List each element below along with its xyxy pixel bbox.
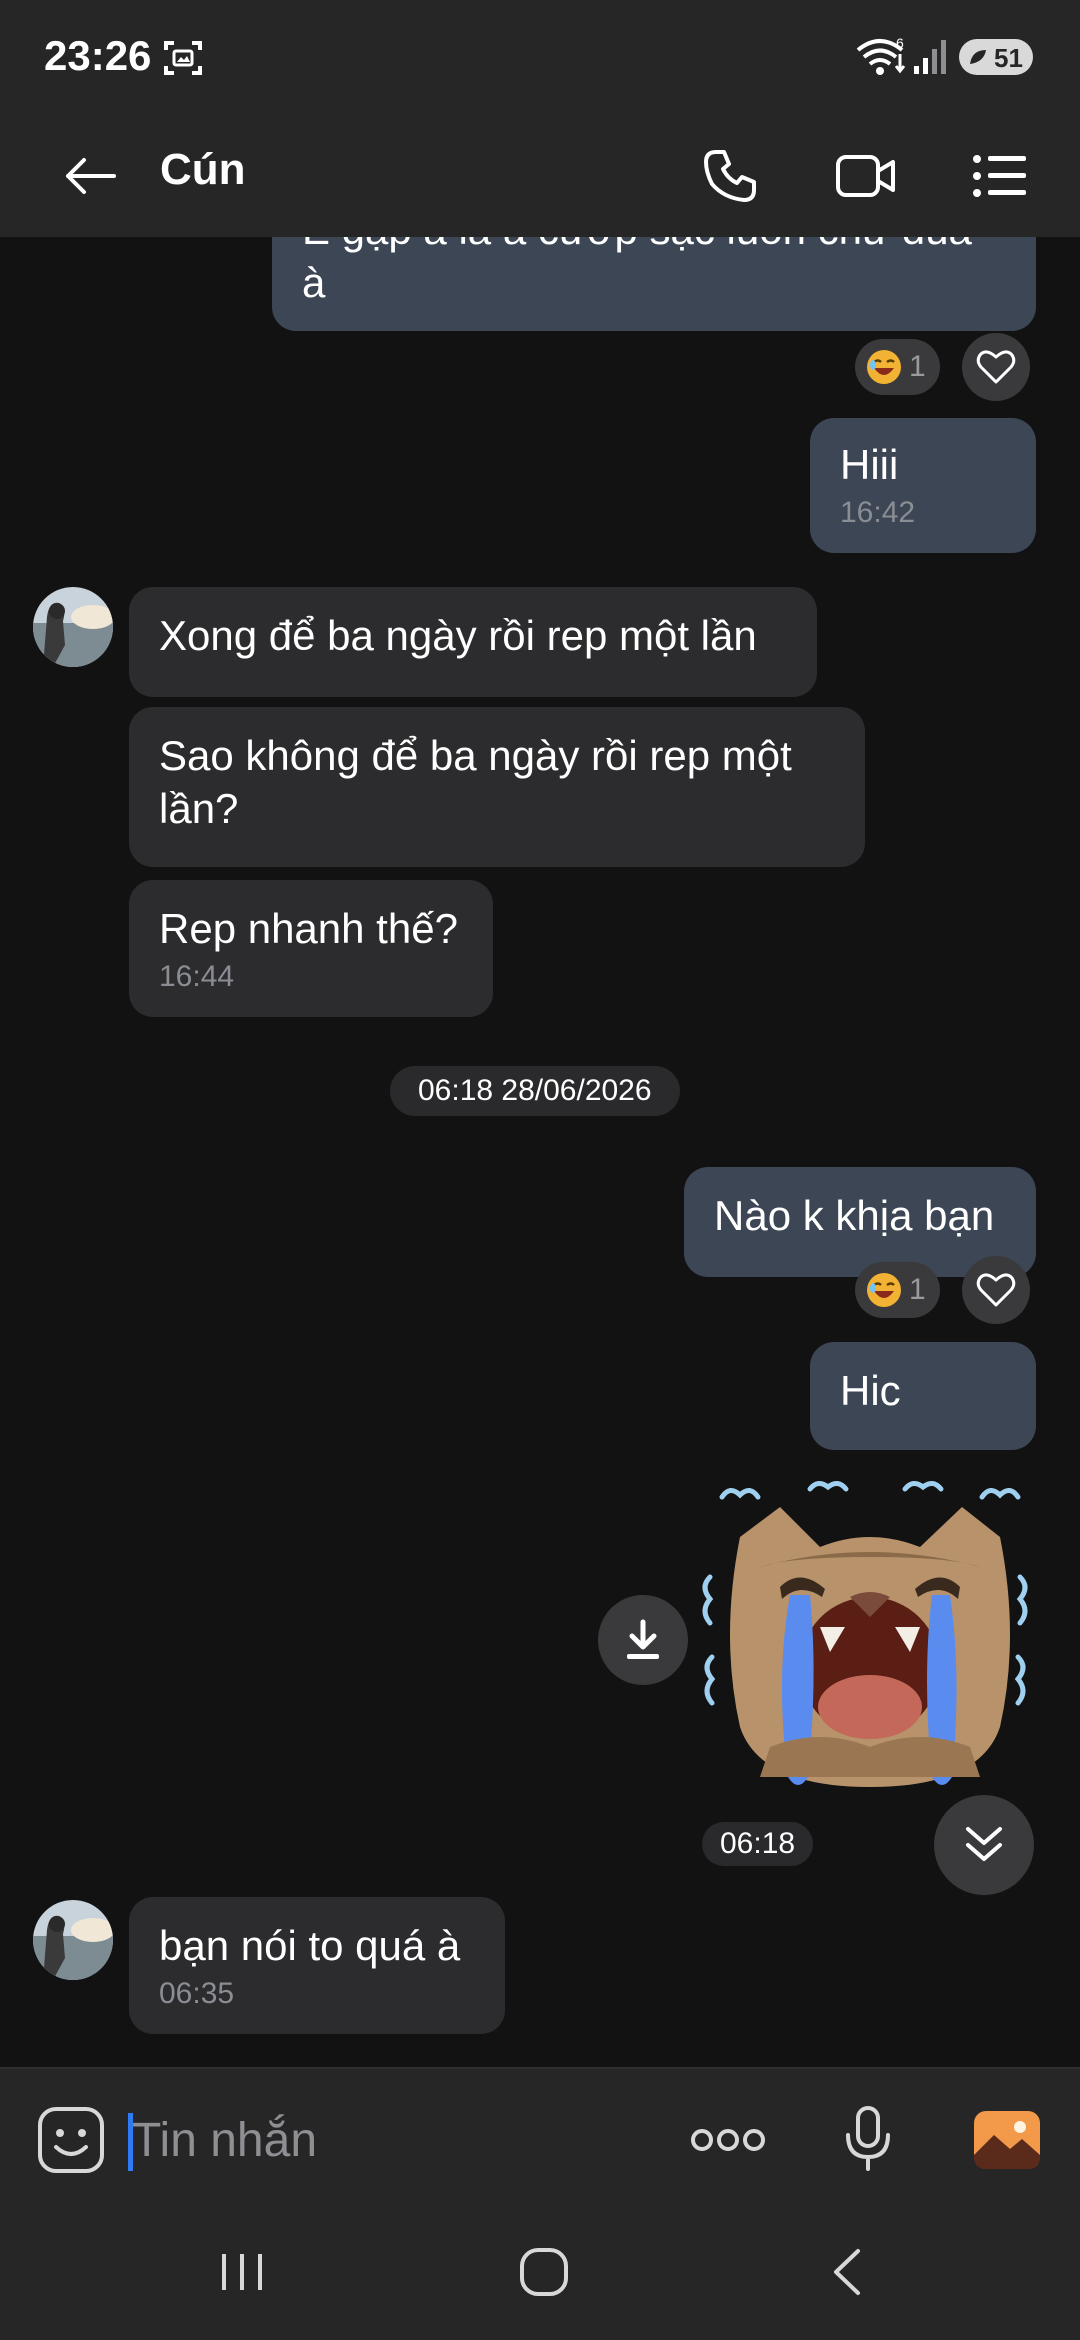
microphone-icon [846,2106,890,2171]
download-sticker-button[interactable] [598,1595,688,1685]
message-time: 06:35 [159,1977,235,2010]
wifi-icon: 6 [856,35,908,83]
status-time: 23:26 [44,32,152,79]
input-placeholder: Tin nhắn [132,2114,318,2167]
text-caret [128,2113,133,2171]
sticker-time: 06:18 [702,1822,814,1866]
react-heart-button[interactable] [962,333,1030,401]
battery-level: 51 [994,43,1023,73]
status-bar: 23:26 6 51 [0,0,1080,115]
message-list[interactable]: E gặp a là a cướp sạc luôn chứ đùa à 1 H… [0,237,1080,2067]
message-time: 16:42 [840,496,916,529]
battery-icon: 51 [958,38,1038,81]
message-text: Hiii [840,441,899,488]
svg-text:6: 6 [896,36,904,51]
video-icon [836,155,895,197]
crying-cat-sticker[interactable] [700,1477,1040,1797]
scroll-to-bottom-button[interactable] [934,1795,1034,1895]
options-menu-button[interactable] [960,136,1040,216]
date-separator: 06:18 28/06/2026 [390,1066,680,1116]
laughing-emoji-icon [867,350,901,384]
voice-message-button[interactable] [830,2099,906,2179]
signal-icon [912,38,948,81]
message-bubble-incoming[interactable]: bạn nói to quá à 06:35 [129,1897,505,2034]
message-bubble-outgoing[interactable]: E gặp a là a cướp sạc luôn chứ đùa à [272,237,1036,331]
heart-icon [976,1273,1016,1307]
message-text: Nào k khịa bạn [714,1192,995,1239]
home-icon [520,2248,568,2296]
message-text: bạn nói to quá à [159,1922,461,1969]
video-call-button[interactable] [826,136,906,216]
screen-record-icon [162,38,204,83]
emoji-button[interactable] [34,2103,108,2177]
laughing-emoji-icon [867,1273,901,1307]
image-icon [974,2111,1040,2169]
menu-list-icon [973,155,1026,197]
contact-avatar[interactable] [33,587,113,667]
reaction-pill[interactable]: 1 [855,339,940,395]
home-button[interactable] [494,2237,594,2307]
reaction-count: 1 [909,350,926,383]
contact-name[interactable]: Cún [160,145,246,195]
heart-icon [976,350,1016,384]
recent-apps-button[interactable] [192,2237,292,2307]
composer-bar: Tin nhắn [0,2067,1080,2207]
voice-call-button[interactable] [690,136,770,216]
reaction-count: 1 [909,1273,926,1306]
back-button[interactable] [50,136,130,216]
more-options-button[interactable] [686,2105,770,2175]
emoji-icon [38,2107,104,2173]
send-image-button[interactable] [970,2103,1044,2177]
message-text: Hic [840,1367,901,1414]
message-text: E gặp a là a cướp sạc luôn chứ đùa à [302,237,972,306]
chat-header: Cún [0,115,1080,237]
message-bubble-outgoing[interactable]: Hiii 16:42 [810,418,1036,553]
recent-apps-icon [222,2254,262,2290]
more-options-icon [691,2129,765,2151]
message-bubble-incoming[interactable]: Xong để ba ngày rồi rep một lần [129,587,817,697]
message-bubble-incoming[interactable]: Rep nhanh thế? 16:44 [129,880,493,1017]
reaction-pill[interactable]: 1 [855,1262,940,1318]
react-heart-button[interactable] [962,1256,1030,1324]
message-text: Sao không để ba ngày rồi rep một lần? [159,732,792,832]
chat-screen: 23:26 6 51 Cún à 1 Hiii 16:42 Xong để ba… [0,0,1080,2340]
message-bubble-outgoing[interactable]: Hic [810,1342,1036,1450]
message-input[interactable]: Tin nhắn [128,2111,652,2171]
nav-back-button[interactable] [796,2237,896,2307]
chevron-left-icon [834,2249,860,2295]
contact-avatar[interactable] [33,1900,113,1980]
message-text: Rep nhanh thế? [159,905,458,952]
message-bubble-incoming[interactable]: Sao không để ba ngày rồi rep một lần? [129,707,865,867]
back-arrow-icon [66,158,116,194]
message-time: 16:44 [159,960,235,993]
message-text: Xong để ba ngày rồi rep một lần [159,612,757,659]
phone-icon [704,150,756,202]
download-icon [627,1619,659,1659]
system-nav-bar [0,2207,1080,2340]
double-chevron-down-icon [966,1827,1002,1861]
